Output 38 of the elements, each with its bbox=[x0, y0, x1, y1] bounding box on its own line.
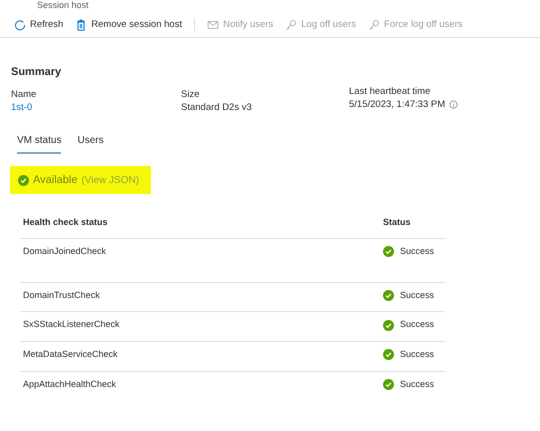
field-value: 5/15/2023, 1:47:33 PM bbox=[349, 98, 446, 111]
check-circle-icon bbox=[383, 349, 394, 360]
table-cell: DomainTrustCheck bbox=[20, 282, 380, 312]
tab[interactable]: VM status bbox=[17, 130, 62, 154]
column-header: Status bbox=[380, 210, 445, 238]
tab[interactable]: Users bbox=[77, 130, 104, 154]
field-label: Last heartbeat time bbox=[349, 86, 432, 98]
info-icon bbox=[449, 100, 458, 109]
key-icon bbox=[285, 19, 298, 32]
table-cell: MetaDataServiceCheck bbox=[20, 342, 380, 372]
table-cell: AppAttachHealthCheck bbox=[20, 371, 380, 400]
table-cell: SxSStackListenerCheck bbox=[20, 312, 380, 342]
page-subtitle: Session host bbox=[36, 0, 90, 11]
toolbar-button[interactable]: Refresh bbox=[8, 18, 70, 32]
field-label: Size bbox=[181, 88, 200, 101]
check-circle-icon bbox=[383, 246, 394, 257]
field-label: Name bbox=[11, 88, 38, 101]
section-title: Summary bbox=[11, 65, 62, 80]
status-text: Available bbox=[33, 172, 78, 188]
mail-icon bbox=[207, 19, 220, 32]
check-circle-icon bbox=[383, 379, 394, 390]
host-name-link[interactable]: 1st-0 bbox=[11, 100, 32, 114]
status-text: Success bbox=[400, 378, 434, 391]
check-circle-icon bbox=[18, 174, 29, 186]
table-cell: DomainJoinedCheck bbox=[20, 238, 380, 282]
status-text: Success bbox=[400, 288, 434, 302]
refresh-icon bbox=[14, 19, 26, 32]
field-value: Standard D2s v3 bbox=[181, 100, 252, 114]
check-circle-icon bbox=[383, 320, 394, 330]
column-header: Health check status bbox=[20, 210, 380, 238]
view-json-link[interactable]: (View JSON) bbox=[81, 172, 140, 188]
trash-icon bbox=[75, 19, 88, 32]
status-text: Success bbox=[400, 244, 434, 258]
status-text: Success bbox=[400, 318, 434, 332]
check-circle-icon bbox=[383, 290, 394, 301]
toolbar-button[interactable]: Remove session host bbox=[69, 18, 188, 32]
key-icon bbox=[368, 19, 380, 32]
status-text: Success bbox=[400, 348, 434, 361]
